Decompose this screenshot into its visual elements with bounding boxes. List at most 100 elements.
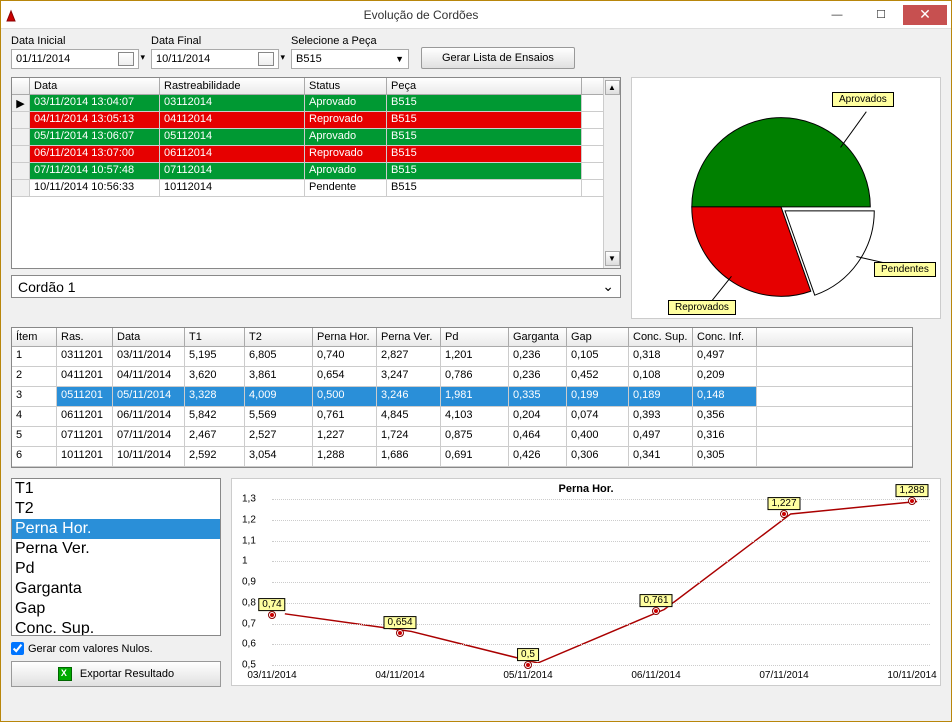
cell: 0,105	[567, 347, 629, 366]
column-header-marker	[12, 78, 30, 94]
cell-ras: 07112014	[160, 163, 305, 179]
cell: 0,209	[693, 367, 757, 386]
maximize-button[interactable]: ☐	[859, 5, 903, 25]
column-header[interactable]: Gap	[567, 328, 629, 346]
peca-select[interactable]: B515 ▼	[291, 49, 409, 69]
cell: 1,981	[441, 387, 509, 406]
table-row[interactable]: 06/11/2014 13:07:0006112014ReprovadoB515	[12, 146, 603, 163]
table-row[interactable]: 07/11/2014 10:57:4807112014AprovadoB515	[12, 163, 603, 180]
cell: 0,148	[693, 387, 757, 406]
cell: 0,335	[509, 387, 567, 406]
column-header-data[interactable]: Data	[30, 78, 160, 94]
calendar-icon[interactable]	[258, 52, 274, 66]
table-row[interactable]: 2041120104/11/20143,6203,8610,6543,2470,…	[12, 367, 912, 387]
column-header[interactable]: Conc. Inf.	[693, 328, 757, 346]
table-row[interactable]: 04/11/2014 13:05:1304112014ReprovadoB515	[12, 112, 603, 129]
list-item[interactable]: Pd	[12, 559, 220, 579]
column-header[interactable]: Data	[113, 328, 185, 346]
cell: 0,497	[693, 347, 757, 366]
pie-label-aprovados: Aprovados	[832, 92, 894, 107]
row-marker	[12, 129, 30, 145]
export-button[interactable]: Exportar Resultado	[11, 661, 221, 687]
table-row[interactable]: 4061120106/11/20145,8425,5690,7614,8454,…	[12, 407, 912, 427]
list-item[interactable]: T1	[12, 479, 220, 499]
list-item[interactable]: Perna Ver.	[12, 539, 220, 559]
nulos-checkbox[interactable]	[11, 642, 24, 655]
column-header[interactable]: Conc. Sup.	[629, 328, 693, 346]
cell-status: Aprovado	[305, 129, 387, 145]
data-final-value: 10/11/2014	[156, 53, 210, 65]
close-button[interactable]: ✕	[903, 5, 947, 25]
measurements-grid[interactable]: ÍtemRas.DataT1T2Perna Hor.Perna Ver.PdGa…	[11, 327, 913, 468]
list-item[interactable]: Conc. Sup.	[12, 619, 220, 636]
cell-peca: B515	[387, 129, 582, 145]
cell: 0,740	[313, 347, 377, 366]
cell-ras: 03112014	[160, 95, 305, 111]
ensaios-grid[interactable]: Data Rastreabilidade Status Peça ▶03/11/…	[11, 77, 621, 269]
column-header[interactable]: Ras.	[57, 328, 113, 346]
scroll-down-icon[interactable]: ▼	[605, 251, 620, 266]
column-header[interactable]: Perna Ver.	[377, 328, 441, 346]
grid-scrollbar[interactable]: ▲ ▼	[603, 78, 620, 268]
cell: 1,227	[313, 427, 377, 446]
calendar-icon[interactable]	[118, 52, 134, 66]
gerar-lista-button[interactable]: Gerar Lista de Ensaios	[421, 47, 575, 69]
x-tick-label: 05/11/2014	[503, 670, 552, 681]
y-tick-label: 1	[242, 556, 248, 567]
cell: 5,195	[185, 347, 245, 366]
column-header[interactable]: Ítem	[12, 328, 57, 346]
cell-data: 06/11/2014 13:07:00	[30, 146, 160, 162]
cell: 3,328	[185, 387, 245, 406]
column-header[interactable]: Perna Hor.	[313, 328, 377, 346]
line-chart: Perna Hor. 0,740,6540,50,7611,2271,288 0…	[231, 478, 941, 686]
cell: 4,845	[377, 407, 441, 426]
cell-peca: B515	[387, 95, 582, 111]
cell: 0,497	[629, 427, 693, 446]
data-inicial-value: 01/11/2014	[16, 53, 70, 65]
cell: 07/11/2014	[113, 427, 185, 446]
status-pie-chart: Aprovados Reprovados Pendentes	[631, 77, 941, 319]
table-row[interactable]: 6101120110/11/20142,5923,0541,2881,6860,…	[12, 447, 912, 467]
cell: 1,288	[313, 447, 377, 466]
cell: 0311201	[57, 347, 113, 366]
column-header[interactable]: T2	[245, 328, 313, 346]
data-inicial-label: Data Inicial	[11, 35, 139, 47]
minimize-button[interactable]: —	[815, 5, 859, 25]
table-row[interactable]: 3051120105/11/20143,3284,0090,5003,2461,…	[12, 387, 912, 407]
column-header-ras[interactable]: Rastreabilidade	[160, 78, 305, 94]
scroll-up-icon[interactable]: ▲	[605, 80, 620, 95]
column-header[interactable]: Pd	[441, 328, 509, 346]
list-item[interactable]: Perna Hor.	[12, 519, 220, 539]
list-item[interactable]: Garganta	[12, 579, 220, 599]
data-label: 0,761	[639, 594, 672, 607]
cell: 1,201	[441, 347, 509, 366]
cell: 0,393	[629, 407, 693, 426]
cell-data: 03/11/2014 13:04:07	[30, 95, 160, 111]
parameter-listbox[interactable]: T1T2Perna Hor.Perna Ver.PdGargantaGapCon…	[11, 478, 221, 636]
y-tick-label: 0,6	[242, 639, 256, 650]
table-row[interactable]: 5071120107/11/20142,4672,5271,2271,7240,…	[12, 427, 912, 447]
cell: 0611201	[57, 407, 113, 426]
cell: 0,356	[693, 407, 757, 426]
cell: 4,103	[441, 407, 509, 426]
column-header[interactable]: Garganta	[509, 328, 567, 346]
chevron-down-icon: ⌄	[602, 278, 614, 295]
table-row[interactable]: ▶03/11/2014 13:04:0703112014AprovadoB515	[12, 95, 603, 112]
table-row[interactable]: 05/11/2014 13:06:0705112014AprovadoB515	[12, 129, 603, 146]
cordao-select[interactable]: Cordão 1 ⌄	[11, 275, 621, 298]
column-header-status[interactable]: Status	[305, 78, 387, 94]
y-tick-label: 0,8	[242, 597, 256, 608]
list-item[interactable]: Gap	[12, 599, 220, 619]
column-header[interactable]: T1	[185, 328, 245, 346]
cell: 0,306	[567, 447, 629, 466]
data-point	[268, 611, 276, 619]
list-item[interactable]: T2	[12, 499, 220, 519]
data-final-input[interactable]: 10/11/2014	[151, 49, 279, 69]
table-row[interactable]: 10/11/2014 10:56:3310112014PendenteB515	[12, 180, 603, 197]
cell: 0,452	[567, 367, 629, 386]
data-inicial-input[interactable]: 01/11/2014	[11, 49, 139, 69]
pie-label-reprovados: Reprovados	[668, 300, 736, 315]
table-row[interactable]: 1031120103/11/20145,1956,8050,7402,8271,…	[12, 347, 912, 367]
column-header-peca[interactable]: Peça	[387, 78, 582, 94]
chevron-down-icon: ▼	[395, 54, 404, 64]
